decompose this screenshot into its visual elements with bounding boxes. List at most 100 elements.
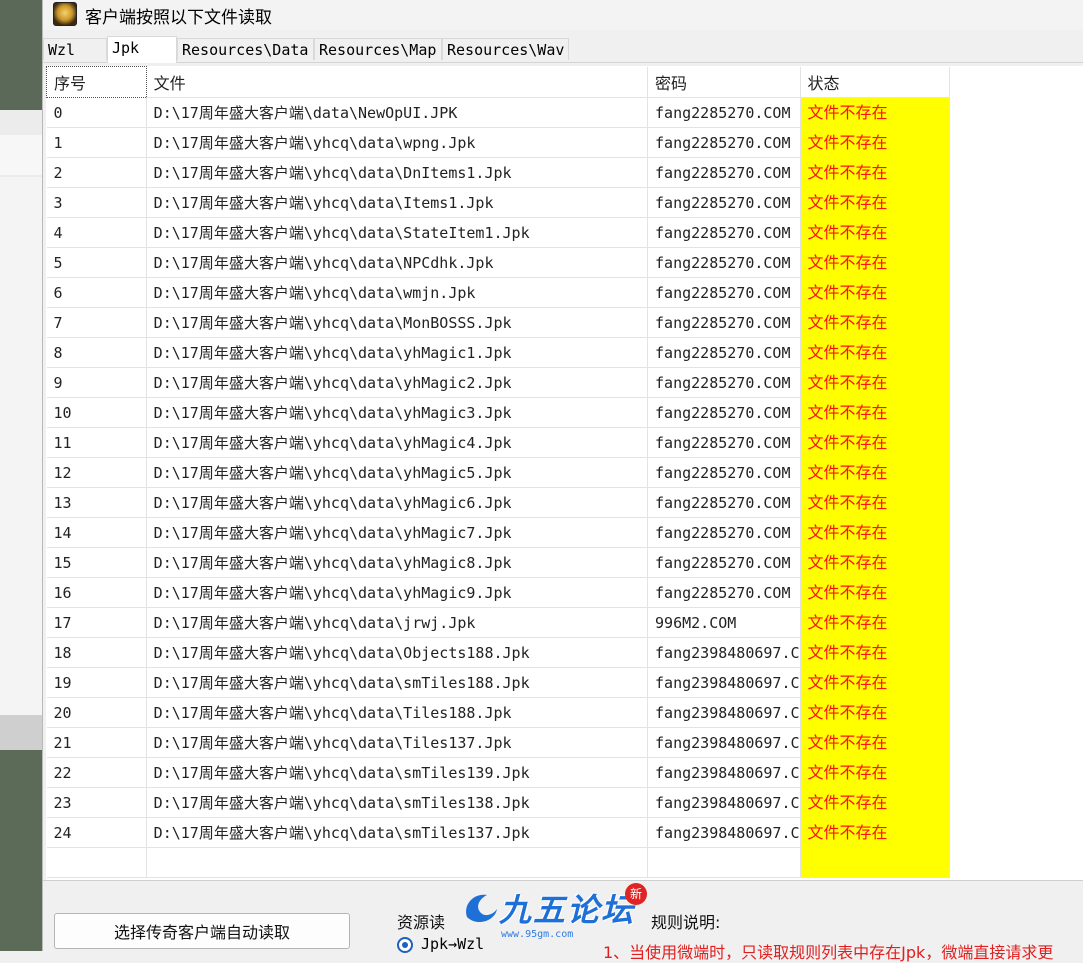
cell-index[interactable]: 24 bbox=[47, 818, 147, 848]
tab-resources-map[interactable]: Resources\Map bbox=[314, 38, 442, 60]
cell-file[interactable]: D:\17周年盛大客户端\yhcq\data\smTiles188.Jpk bbox=[146, 668, 647, 698]
cell-file[interactable]: D:\17周年盛大客户端\yhcq\data\smTiles139.Jpk bbox=[146, 758, 647, 788]
header-index[interactable]: 序号 bbox=[47, 67, 147, 98]
table-row[interactable]: 18D:\17周年盛大客户端\yhcq\data\Objects188.Jpkf… bbox=[47, 638, 1083, 668]
cell-index[interactable]: 10 bbox=[47, 398, 147, 428]
cell-password[interactable]: fang2285270.COM bbox=[648, 368, 801, 398]
cell-status[interactable]: 文件不存在 bbox=[800, 518, 950, 548]
cell-index[interactable]: 1 bbox=[47, 128, 147, 158]
cell-file[interactable]: D:\17周年盛大客户端\yhcq\data\wpng.Jpk bbox=[146, 128, 647, 158]
file-grid[interactable]: 序号 文件 密码 状态 0D:\17周年盛大客户端\data\NewOpUI.J… bbox=[46, 66, 1083, 880]
cell-status[interactable]: 文件不存在 bbox=[800, 638, 950, 668]
cell-file[interactable]: D:\17周年盛大客户端\yhcq\data\yhMagic9.Jpk bbox=[146, 578, 647, 608]
cell-file[interactable]: D:\17周年盛大客户端\yhcq\data\yhMagic1.Jpk bbox=[146, 338, 647, 368]
table-row[interactable]: 23D:\17周年盛大客户端\yhcq\data\smTiles138.Jpkf… bbox=[47, 788, 1083, 818]
cell-index[interactable]: 6 bbox=[47, 278, 147, 308]
cell-file[interactable]: D:\17周年盛大客户端\yhcq\data\NPCdhk.Jpk bbox=[146, 248, 647, 278]
cell-index[interactable]: 4 bbox=[47, 218, 147, 248]
table-row[interactable]: 8D:\17周年盛大客户端\yhcq\data\yhMagic1.Jpkfang… bbox=[47, 338, 1083, 368]
table-row[interactable]: 22D:\17周年盛大客户端\yhcq\data\smTiles139.Jpkf… bbox=[47, 758, 1083, 788]
cell-password[interactable]: fang2285270.COM bbox=[648, 428, 801, 458]
table-row[interactable]: 6D:\17周年盛大客户端\yhcq\data\wmjn.Jpkfang2285… bbox=[47, 278, 1083, 308]
cell-status[interactable]: 文件不存在 bbox=[800, 578, 950, 608]
cell-password[interactable]: 996M2.COM bbox=[648, 608, 801, 638]
cell-index[interactable]: 8 bbox=[47, 338, 147, 368]
auto-read-client-button[interactable]: 选择传奇客户端自动读取 bbox=[54, 913, 350, 949]
cell-password[interactable]: fang2285270.COM bbox=[648, 158, 801, 188]
cell-status[interactable]: 文件不存在 bbox=[800, 398, 950, 428]
cell-index[interactable]: 15 bbox=[47, 548, 147, 578]
tab-jpk[interactable]: Jpk bbox=[107, 36, 177, 63]
cell-status[interactable]: 文件不存在 bbox=[800, 428, 950, 458]
tab-resources-data[interactable]: Resources\Data bbox=[177, 38, 314, 60]
cell-index[interactable]: 17 bbox=[47, 608, 147, 638]
table-row[interactable]: 20D:\17周年盛大客户端\yhcq\data\Tiles188.Jpkfan… bbox=[47, 698, 1083, 728]
table-row[interactable]: 1D:\17周年盛大客户端\yhcq\data\wpng.Jpkfang2285… bbox=[47, 128, 1083, 158]
cell-status[interactable]: 文件不存在 bbox=[800, 698, 950, 728]
cell-file[interactable]: D:\17周年盛大客户端\yhcq\data\yhMagic2.Jpk bbox=[146, 368, 647, 398]
cell-password[interactable]: fang2398480697.C bbox=[648, 668, 801, 698]
cell-index[interactable]: 19 bbox=[47, 668, 147, 698]
cell-file[interactable]: D:\17周年盛大客户端\yhcq\data\wmjn.Jpk bbox=[146, 278, 647, 308]
cell-file[interactable]: D:\17周年盛大客户端\yhcq\data\jrwj.Jpk bbox=[146, 608, 647, 638]
cell-status[interactable]: 文件不存在 bbox=[800, 608, 950, 638]
cell-file[interactable]: D:\17周年盛大客户端\yhcq\data\Objects188.Jpk bbox=[146, 638, 647, 668]
table-row[interactable]: 14D:\17周年盛大客户端\yhcq\data\yhMagic7.Jpkfan… bbox=[47, 518, 1083, 548]
cell-status[interactable]: 文件不存在 bbox=[800, 278, 950, 308]
cell-password[interactable]: fang2285270.COM bbox=[648, 98, 801, 128]
table-row[interactable]: 9D:\17周年盛大客户端\yhcq\data\yhMagic2.Jpkfang… bbox=[47, 368, 1083, 398]
cell-file[interactable]: D:\17周年盛大客户端\yhcq\data\yhMagic5.Jpk bbox=[146, 458, 647, 488]
cell-index[interactable]: 3 bbox=[47, 188, 147, 218]
cell-index[interactable]: 11 bbox=[47, 428, 147, 458]
cell-password[interactable]: fang2398480697.C bbox=[648, 638, 801, 668]
table-row[interactable]: 7D:\17周年盛大客户端\yhcq\data\MonBOSSS.Jpkfang… bbox=[47, 308, 1083, 338]
cell-status[interactable]: 文件不存在 bbox=[800, 458, 950, 488]
cell-index[interactable]: 9 bbox=[47, 368, 147, 398]
table-row[interactable]: 19D:\17周年盛大客户端\yhcq\data\smTiles188.Jpkf… bbox=[47, 668, 1083, 698]
tab-resources-wav[interactable]: Resources\Wav bbox=[442, 38, 569, 60]
cell-password[interactable]: fang2398480697.C bbox=[648, 788, 801, 818]
cell-password[interactable]: fang2398480697.C bbox=[648, 758, 801, 788]
table-row[interactable]: 11D:\17周年盛大客户端\yhcq\data\yhMagic4.Jpkfan… bbox=[47, 428, 1083, 458]
table-row[interactable]: 0D:\17周年盛大客户端\data\NewOpUI.JPKfang228527… bbox=[47, 98, 1083, 128]
cell-status[interactable]: 文件不存在 bbox=[800, 368, 950, 398]
table-row[interactable]: 21D:\17周年盛大客户端\yhcq\data\Tiles137.Jpkfan… bbox=[47, 728, 1083, 758]
cell-index[interactable]: 18 bbox=[47, 638, 147, 668]
cell-password[interactable]: fang2285270.COM bbox=[648, 578, 801, 608]
cell-status[interactable]: 文件不存在 bbox=[800, 248, 950, 278]
cell-index[interactable]: 22 bbox=[47, 758, 147, 788]
cell-password[interactable]: fang2285270.COM bbox=[648, 458, 801, 488]
table-row[interactable]: 13D:\17周年盛大客户端\yhcq\data\yhMagic6.Jpkfan… bbox=[47, 488, 1083, 518]
cell-index[interactable]: 20 bbox=[47, 698, 147, 728]
table-row[interactable]: 10D:\17周年盛大客户端\yhcq\data\yhMagic3.Jpkfan… bbox=[47, 398, 1083, 428]
cell-password[interactable]: fang2285270.COM bbox=[648, 338, 801, 368]
cell-status[interactable]: 文件不存在 bbox=[800, 338, 950, 368]
header-password[interactable]: 密码 bbox=[648, 67, 801, 98]
cell-status[interactable]: 文件不存在 bbox=[800, 128, 950, 158]
cell-file[interactable]: D:\17周年盛大客户端\yhcq\data\Tiles188.Jpk bbox=[146, 698, 647, 728]
cell-status[interactable]: 文件不存在 bbox=[800, 668, 950, 698]
cell-index[interactable]: 5 bbox=[47, 248, 147, 278]
cell-status[interactable]: 文件不存在 bbox=[800, 158, 950, 188]
cell-file[interactable]: D:\17周年盛大客户端\yhcq\data\MonBOSSS.Jpk bbox=[146, 308, 647, 338]
cell-password[interactable]: fang2285270.COM bbox=[648, 218, 801, 248]
header-file[interactable]: 文件 bbox=[146, 67, 647, 98]
tab-wzl[interactable]: Wzl bbox=[43, 38, 107, 60]
cell-file[interactable]: D:\17周年盛大客户端\yhcq\data\yhMagic4.Jpk bbox=[146, 428, 647, 458]
cell-index[interactable]: 21 bbox=[47, 728, 147, 758]
table-row[interactable]: 15D:\17周年盛大客户端\yhcq\data\yhMagic8.Jpkfan… bbox=[47, 548, 1083, 578]
cell-password[interactable]: fang2285270.COM bbox=[648, 308, 801, 338]
cell-password[interactable]: fang2285270.COM bbox=[648, 488, 801, 518]
table-row[interactable]: 12D:\17周年盛大客户端\yhcq\data\yhMagic5.Jpkfan… bbox=[47, 458, 1083, 488]
cell-index[interactable]: 0 bbox=[47, 98, 147, 128]
cell-file[interactable]: D:\17周年盛大客户端\yhcq\data\smTiles138.Jpk bbox=[146, 788, 647, 818]
table-row[interactable]: 24D:\17周年盛大客户端\yhcq\data\smTiles137.Jpkf… bbox=[47, 818, 1083, 848]
cell-index[interactable]: 16 bbox=[47, 578, 147, 608]
cell-status[interactable]: 文件不存在 bbox=[800, 98, 950, 128]
cell-status[interactable]: 文件不存在 bbox=[800, 728, 950, 758]
table-row[interactable]: 2D:\17周年盛大客户端\yhcq\data\DnItems1.Jpkfang… bbox=[47, 158, 1083, 188]
cell-file[interactable]: D:\17周年盛大客户端\yhcq\data\DnItems1.Jpk bbox=[146, 158, 647, 188]
cell-status[interactable]: 文件不存在 bbox=[800, 188, 950, 218]
table-row[interactable]: 5D:\17周年盛大客户端\yhcq\data\NPCdhk.Jpkfang22… bbox=[47, 248, 1083, 278]
cell-password[interactable]: fang2285270.COM bbox=[648, 248, 801, 278]
